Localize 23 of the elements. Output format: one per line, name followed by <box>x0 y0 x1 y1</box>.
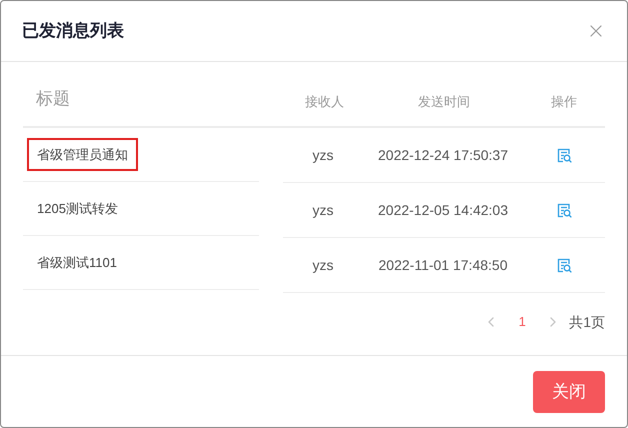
recipient-cell-text: yzs <box>312 146 334 165</box>
view-details-icon <box>556 256 572 274</box>
sent-time-cell-text: 2022-12-05 14:42:03 <box>377 200 509 220</box>
view-button[interactable] <box>556 146 572 164</box>
column-header: 发送时间 <box>416 92 471 110</box>
dialog-title: 已发消息列表 <box>22 20 124 42</box>
title-cell: 省级管理员通知 <box>27 138 138 172</box>
recipient-cell-text: yzs <box>312 200 334 220</box>
column-header: 接收人 <box>304 92 345 110</box>
sent-time-cell-text: 2022-11-01 17:48:50 <box>378 256 508 274</box>
view-details-icon <box>556 202 572 218</box>
view-button[interactable] <box>556 256 572 274</box>
page-number[interactable]: 1 <box>507 312 538 332</box>
close-button[interactable]: 关闭 <box>533 370 605 412</box>
view-details-icon <box>556 146 572 164</box>
recipient-cell-text: yzs <box>312 256 334 275</box>
sent-time-cell-text: 2022-12-24 17:50:37 <box>377 146 509 164</box>
title-cell-text: 1205测试转发 <box>36 200 119 218</box>
column-header: 操作 <box>550 92 578 110</box>
view-button[interactable] <box>556 202 572 218</box>
column-header: 标题 <box>35 88 71 110</box>
page-total: 共1页 <box>569 312 605 332</box>
title-cell-text: 省级测试1101 <box>36 254 118 272</box>
